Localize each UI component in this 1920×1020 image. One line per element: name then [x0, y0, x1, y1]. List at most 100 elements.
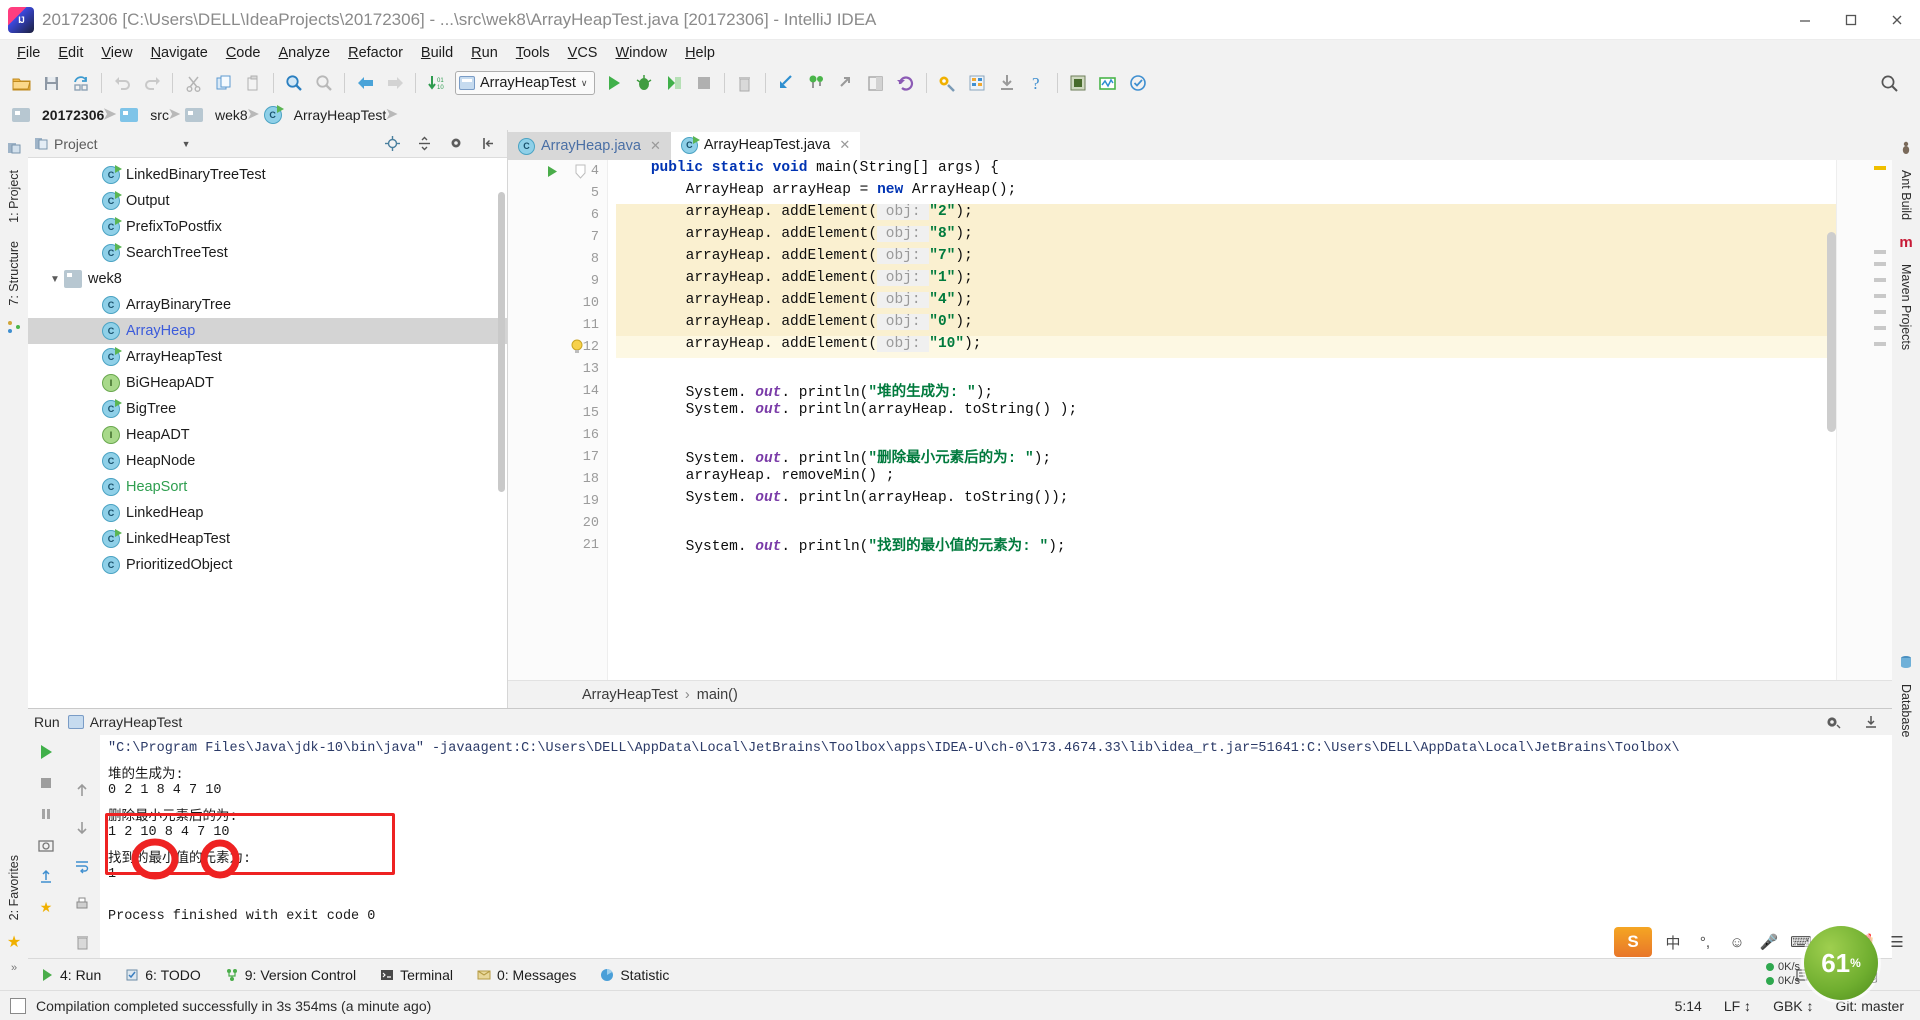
back-icon[interactable]	[350, 69, 380, 97]
code-line-8[interactable]: arrayHeap. addElement( obj: "7");	[616, 248, 1892, 270]
rail-expand-icon[interactable]: »	[4, 958, 24, 978]
copy-icon[interactable]	[208, 69, 238, 97]
redo-icon[interactable]	[137, 69, 167, 97]
code-line-7[interactable]: arrayHeap. addElement( obj: "8");	[616, 226, 1892, 248]
tree-item-arraybinarytree[interactable]: ArrayBinaryTree	[28, 292, 507, 318]
gutter-line-9[interactable]: 9	[508, 270, 607, 292]
scroll-down-icon[interactable]	[71, 817, 93, 839]
code-content[interactable]: public static void main(String[] args) {…	[608, 160, 1892, 680]
menu-item-view[interactable]: View	[92, 43, 141, 63]
step-into-icon[interactable]	[771, 69, 801, 97]
sidebar-item-structure[interactable]: 7: Structure	[5, 235, 23, 312]
soft-wrap-icon[interactable]	[71, 855, 93, 877]
camera-icon[interactable]	[35, 834, 57, 856]
check-icon[interactable]	[1123, 69, 1153, 97]
gutter-line-17[interactable]: 17	[508, 446, 607, 468]
menu-item-refactor[interactable]: Refactor	[339, 43, 412, 63]
editor-gutter[interactable]: 4 5 6 7 8 9 10 11 12 13 14 15 16 17 18 19 20 21	[508, 160, 608, 680]
fold-region-icon[interactable]	[574, 164, 587, 179]
gutter-line-6[interactable]: 6	[508, 204, 607, 226]
tree-item-bigtree[interactable]: BigTree	[28, 396, 507, 422]
tree-item-wek8[interactable]: ▼ wek8	[28, 266, 507, 292]
sidebar-item-project[interactable]: 1: Project	[5, 164, 23, 229]
tree-item-arrayheaptest[interactable]: ArrayHeapTest	[28, 344, 507, 370]
chart-icon[interactable]	[1093, 69, 1123, 97]
sidebar-item-database[interactable]: Database	[1897, 678, 1915, 744]
ime-voice-icon[interactable]: 🎤	[1758, 931, 1780, 953]
gutter-line-12[interactable]: 12	[508, 336, 607, 358]
tree-item-heapadt[interactable]: HeapADT	[28, 422, 507, 448]
menu-item-window[interactable]: Window	[606, 43, 676, 63]
code-line-15[interactable]: System. out. println(arrayHeap. toString…	[616, 402, 1892, 424]
menu-item-file[interactable]: File	[8, 43, 49, 63]
debug-icon[interactable]	[629, 69, 659, 97]
rollback-icon[interactable]	[891, 69, 921, 97]
breadcrumb-item-wek8[interactable]: wek8 ➤	[181, 104, 260, 126]
project-scrollbar[interactable]	[498, 192, 505, 492]
gutter-line-15[interactable]: 15	[508, 402, 607, 424]
replace-icon[interactable]	[309, 69, 339, 97]
compile-icon[interactable]: 01 10	[421, 69, 451, 97]
paste-icon[interactable]	[238, 69, 268, 97]
gutter-line-19[interactable]: 19	[508, 490, 607, 512]
code-line-17[interactable]: System. out. println("删除最小元素后的为: ");	[616, 446, 1892, 468]
speed-badge[interactable]: 61%	[1804, 926, 1878, 1000]
sogou-ime-icon[interactable]: S	[1614, 927, 1652, 957]
breadcrumb-item-src[interactable]: src ➤	[116, 104, 181, 126]
menu-item-code[interactable]: Code	[217, 43, 270, 63]
tree-item-searchtreetest[interactable]: SearchTreeTest	[28, 240, 507, 266]
collapse-all-icon[interactable]	[409, 130, 439, 158]
forward-icon[interactable]	[380, 69, 410, 97]
gutter-line-14[interactable]: 14	[508, 380, 607, 402]
scroll-up-icon[interactable]	[71, 779, 93, 801]
git-branch[interactable]: Git: master	[1836, 998, 1904, 1014]
sidebar-item-ant-build[interactable]: Ant Build	[1897, 164, 1915, 226]
status-tab-4-run[interactable]: 4: Run	[28, 959, 113, 991]
gutter-line-18[interactable]: 18	[508, 468, 607, 490]
cut-icon[interactable]	[178, 69, 208, 97]
chevron-down-icon[interactable]: ▼	[182, 139, 191, 149]
rerun-icon[interactable]	[35, 741, 57, 763]
print-icon[interactable]	[71, 893, 93, 915]
editor-tab-arrayheaptest[interactable]: ArrayHeapTest.java ✕	[670, 132, 861, 160]
close-tab-icon[interactable]: ✕	[650, 138, 661, 154]
hide-panel-icon[interactable]	[473, 130, 503, 158]
locate-icon[interactable]	[377, 130, 407, 158]
error-stripe-panel[interactable]	[1836, 160, 1892, 680]
status-tab-terminal[interactable]: Terminal	[368, 959, 465, 991]
minimize-button[interactable]	[1782, 0, 1828, 40]
caret-position[interactable]: 5:14	[1675, 998, 1702, 1014]
code-line-19[interactable]: System. out. println(arrayHeap. toString…	[616, 490, 1892, 512]
tree-item-output[interactable]: Output	[28, 188, 507, 214]
update-icon[interactable]	[992, 69, 1022, 97]
hide-panel-icon[interactable]	[1856, 708, 1886, 736]
status-tab-0-messages[interactable]: 0: Messages	[465, 959, 588, 991]
gutter-line-5[interactable]: 5	[508, 182, 607, 204]
code-line-18[interactable]: arrayHeap. removeMin() ;	[616, 468, 1892, 490]
code-line-11[interactable]: arrayHeap. addElement( obj: "0");	[616, 314, 1892, 336]
code-line-6[interactable]: arrayHeap. addElement( obj: "2");	[616, 204, 1892, 226]
star-icon[interactable]: ★	[35, 896, 57, 918]
step-out-icon[interactable]	[831, 69, 861, 97]
gutter-line-8[interactable]: 8	[508, 248, 607, 270]
editor-breadcrumb-item[interactable]: main()	[697, 687, 738, 703]
database-icon[interactable]	[1063, 69, 1093, 97]
tree-item-heapnode[interactable]: HeapNode	[28, 448, 507, 474]
menu-item-analyze[interactable]: Analyze	[270, 43, 340, 63]
breadcrumb-item-arrayheaptest[interactable]: ArrayHeapTest➤	[260, 104, 398, 126]
close-button[interactable]	[1874, 0, 1920, 40]
tree-item-prefixtopostfix[interactable]: PrefixToPostfix	[28, 214, 507, 240]
run-panel-config[interactable]: ArrayHeapTest	[67, 714, 182, 730]
code-line-20[interactable]	[616, 512, 1892, 534]
clear-all-icon[interactable]	[71, 931, 93, 953]
close-tab-icon[interactable]: ✕	[839, 137, 850, 153]
pause-icon[interactable]	[35, 803, 57, 825]
sidebar-item-favorites[interactable]: 2: Favorites	[5, 849, 23, 926]
stop-icon[interactable]	[689, 69, 719, 97]
intention-bulb-icon[interactable]	[570, 339, 584, 355]
editor-tab-arrayheap[interactable]: ArrayHeap.java ✕	[508, 132, 671, 160]
breadcrumb-item-20172306[interactable]: 20172306 ➤	[8, 104, 116, 126]
status-tab-statistic[interactable]: Statistic	[588, 959, 681, 991]
undo-icon[interactable]	[107, 69, 137, 97]
gear-icon[interactable]	[441, 130, 471, 158]
